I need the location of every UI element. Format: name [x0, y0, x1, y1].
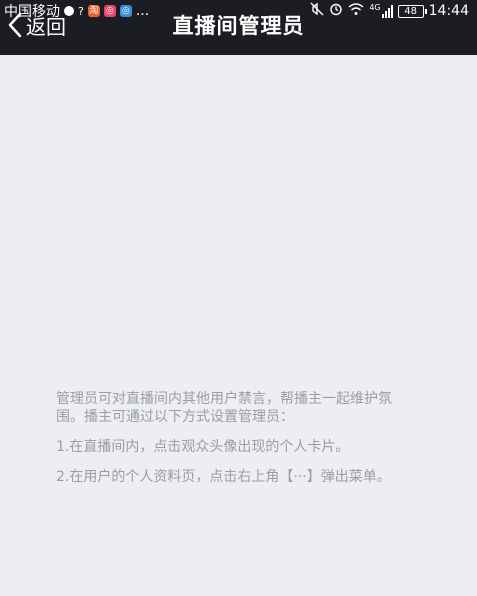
method-1-text: 1.在直播间内，点击观众头像出现的个人卡片。	[56, 439, 350, 455]
page-title: 直播间管理员	[172, 14, 305, 38]
top-bar: 中国移动 ? 淘 ◎ ◎ ... 4G 48 14:44 返回 直播间管理员	[0, 0, 477, 55]
method-2-text: 2.在用户的个人资料页，点击右上角【···】弹出菜单。	[56, 469, 391, 485]
intro-text: 管理员可对直播间内其他用户禁言，帮播主一起维护氛围。播主可通过以下方式设置管理员…	[56, 391, 392, 425]
admin-description: 管理员可对直播间内其他用户禁言，帮播主一起维护氛围。播主可通过以下方式设置管理员…	[56, 390, 416, 498]
